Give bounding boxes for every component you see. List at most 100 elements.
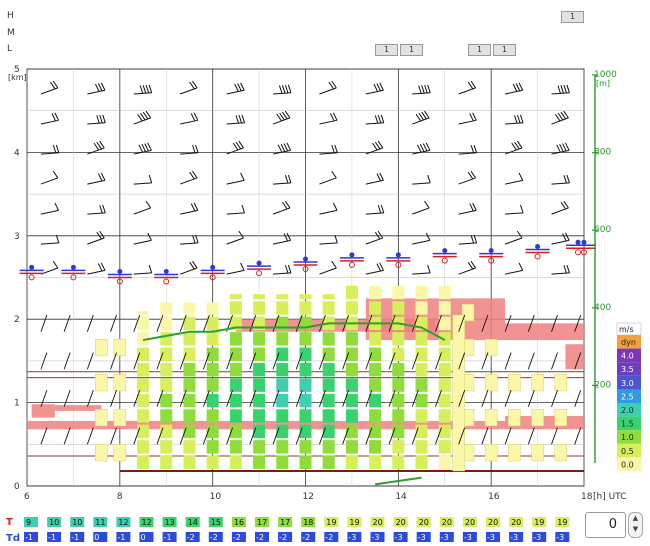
cloud-marker-blue-dot	[210, 264, 216, 270]
thermal-cell	[299, 440, 312, 454]
thermal-cell	[415, 362, 428, 377]
thermal-cell	[299, 332, 312, 346]
barb-feather	[241, 204, 246, 214]
thermal-cell	[137, 409, 150, 423]
barb-shaft	[504, 89, 523, 95]
barb-feather	[379, 172, 384, 181]
barb-shaft	[180, 87, 198, 95]
wind-barb	[412, 232, 431, 245]
barb-shaft	[40, 119, 59, 125]
thermal-cell	[183, 302, 196, 315]
td-value: -3	[510, 533, 518, 542]
thermal-cell	[392, 362, 405, 377]
t-value: 19	[326, 518, 336, 527]
barb-shaft	[319, 119, 338, 125]
time-offset-input[interactable]: 0	[585, 512, 626, 538]
td-value: -2	[210, 533, 218, 542]
thermal-cell	[183, 393, 196, 408]
wind-barb	[319, 80, 337, 95]
barb-feather	[425, 232, 431, 241]
thermal-cell	[137, 362, 150, 377]
barb-shaft	[226, 89, 245, 95]
barb-feather	[560, 85, 564, 94]
barb-shaft	[551, 182, 570, 185]
thermal-cell	[369, 393, 382, 408]
barb-feather	[148, 174, 153, 183]
wind-barb	[365, 114, 385, 125]
barb-feather	[330, 113, 335, 122]
thermal-cell	[369, 378, 382, 392]
barb-feather	[190, 203, 196, 212]
right-axis-label: 400	[594, 303, 611, 313]
side-cell	[113, 373, 127, 392]
barb-shaft	[412, 182, 431, 185]
wind-barb	[133, 200, 152, 215]
barb-shaft	[319, 242, 338, 245]
barb-feather	[518, 172, 524, 181]
side-cell	[554, 373, 568, 392]
legend-label: 3.0	[621, 379, 634, 388]
td-row-label: Td	[6, 533, 20, 544]
barb-feather	[142, 85, 147, 94]
low-wind-barb	[63, 314, 71, 332]
barb-feather	[376, 173, 381, 182]
wind-barb	[40, 260, 59, 275]
barb-shaft	[180, 177, 198, 185]
barb-feather	[97, 83, 103, 92]
legend-label: dyn	[621, 338, 636, 347]
x-tick-label: 18	[581, 492, 593, 502]
thermal-cell	[415, 378, 428, 392]
barb-feather	[331, 260, 337, 269]
thermal-cell	[253, 440, 266, 454]
wind-barb	[458, 234, 478, 245]
thermal-cell	[322, 455, 335, 469]
barb-shaft	[365, 269, 384, 275]
wind-barb	[365, 172, 384, 185]
barb-feather	[102, 204, 106, 214]
thermal-cell	[253, 378, 266, 392]
t-value: 10	[72, 518, 82, 527]
thermal-cell	[299, 294, 312, 300]
wind-barb	[40, 80, 59, 95]
td-value: -1	[48, 533, 56, 542]
cloud-marker-blue-dot	[349, 252, 355, 258]
barb-feather	[234, 83, 239, 92]
stepper-spin-buttons[interactable]: ▲ ▼	[628, 512, 643, 538]
side-cell	[95, 373, 108, 392]
barb-shaft	[504, 179, 523, 185]
barb-feather	[235, 115, 240, 124]
thermal-cell	[253, 409, 266, 423]
barb-feather	[472, 112, 477, 121]
barb-feather	[138, 144, 144, 153]
barb-shaft	[319, 209, 338, 215]
barb-feather	[284, 84, 289, 94]
barb-feather	[377, 205, 382, 214]
barb-feather	[240, 172, 245, 181]
thermal-cell	[345, 409, 358, 423]
thermal-cell	[415, 455, 428, 469]
wind-barb	[458, 202, 477, 215]
barb-feather	[100, 262, 106, 271]
barb-feather	[102, 114, 106, 123]
thermal-cell	[415, 332, 428, 346]
barb-feather	[373, 83, 379, 92]
legend-unit: m/s	[619, 325, 634, 334]
thermal-cell	[345, 362, 358, 377]
td-value: -1	[117, 533, 125, 542]
barb-feather	[563, 265, 567, 274]
barb-feather	[193, 112, 199, 121]
thermal-cell	[392, 455, 405, 469]
stepper-down-icon[interactable]: ▼	[629, 524, 642, 535]
right-axis-label: 200	[594, 380, 611, 390]
barb-feather	[192, 145, 196, 154]
thermal-cell	[322, 393, 335, 408]
x-tick-label: 6	[24, 492, 30, 502]
thermal-cell	[392, 301, 405, 315]
thermal-cell	[392, 393, 405, 408]
stepper-up-icon[interactable]: ▲	[629, 513, 642, 524]
barb-shaft	[458, 242, 477, 245]
barb-feather	[424, 84, 428, 94]
barb-shaft	[458, 87, 476, 95]
barb-feather	[287, 264, 292, 274]
thermal-cell	[392, 440, 405, 454]
